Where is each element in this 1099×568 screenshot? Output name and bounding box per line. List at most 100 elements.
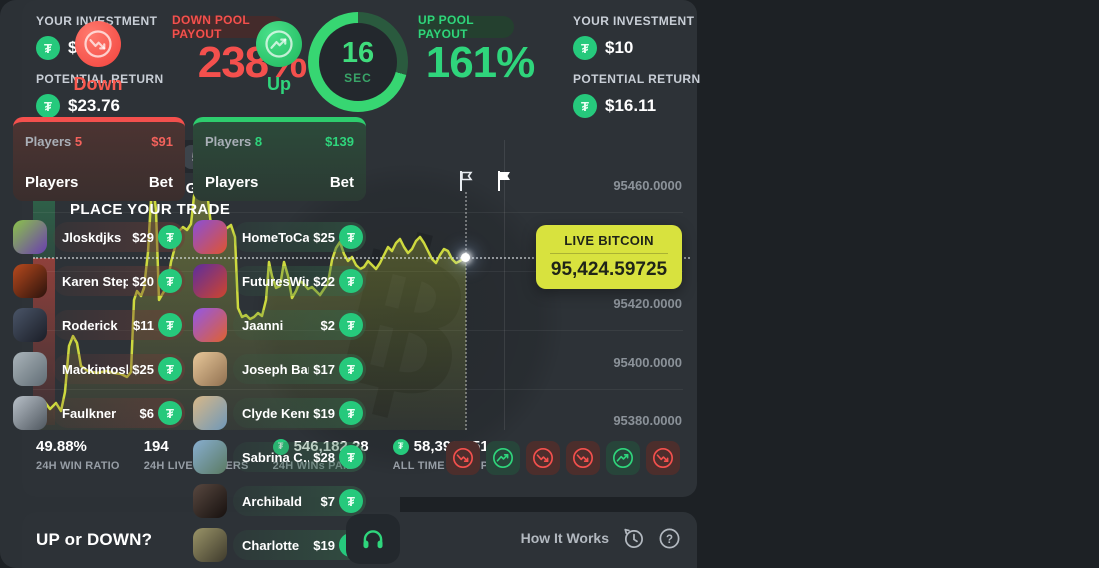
down-label[interactable]: Down	[68, 74, 128, 95]
player-row: FuturesWin $22 ₮	[193, 264, 366, 298]
player-bet-pill: Jloskdjks $29 ₮	[53, 222, 185, 252]
player-row: Jloskdjks $29 ₮	[13, 220, 185, 254]
stat-value: 194	[143, 438, 169, 455]
live-price-value: 95,424.59725	[550, 259, 668, 280]
tether-icon: ₮	[158, 401, 182, 425]
tether-icon: ₮	[36, 36, 60, 60]
avatar	[193, 440, 227, 474]
avatar	[13, 396, 47, 430]
avatar	[193, 352, 227, 386]
tether-icon: ₮	[158, 313, 182, 337]
player-bet: $2	[320, 317, 335, 333]
avatar	[193, 264, 227, 298]
player-bet-pill: FuturesWin $22 ₮	[233, 266, 366, 296]
tether-icon: ₮	[158, 357, 182, 381]
player-row: Joseph Bar… $17 ₮	[193, 352, 366, 386]
down-players-count: Players 5	[25, 134, 83, 149]
round-result-down	[646, 441, 680, 475]
tether-icon: ₮	[573, 94, 597, 118]
player-bet: $28	[313, 449, 335, 465]
down-col-players: Players	[25, 174, 79, 191]
player-bet: $25	[132, 361, 154, 377]
player-row: Roderick $11 ₮	[13, 308, 185, 342]
player-bet-pill: Mackintosh $25 ₮	[53, 354, 185, 384]
round-timer: 16 SEC	[308, 12, 408, 112]
player-bet-pill: Clyde Kenn… $19 ₮	[233, 398, 366, 428]
player-bet: $6	[139, 405, 154, 421]
investment-label: YOUR INVESTMENT	[573, 14, 695, 28]
up-col-players: Players	[205, 174, 259, 191]
bet-down-button[interactable]	[75, 21, 121, 67]
round-result-up	[486, 441, 520, 475]
player-row: Faulkner $6 ₮	[13, 396, 185, 430]
help-icon[interactable]: ?	[657, 526, 681, 550]
avatar	[13, 352, 47, 386]
player-bet-pill: HomeToCat $25 ₮	[233, 222, 366, 252]
player-bet: $20	[132, 273, 154, 289]
tether-icon: ₮	[339, 357, 363, 381]
timer-value: 16	[341, 37, 375, 69]
potential-return-label: POTENTIAL RETURN	[573, 72, 701, 86]
investment-value: $10	[605, 38, 634, 57]
up-players-count: Players 8	[205, 134, 263, 149]
player-row: Clyde Kenn… $19 ₮	[193, 396, 366, 430]
player-bet: $22	[313, 273, 335, 289]
price-axis-label: 95380.0000	[613, 413, 682, 428]
tether-icon: ₮	[339, 489, 363, 513]
divider	[550, 253, 668, 254]
timer-unit: SEC	[344, 71, 372, 85]
player-bet: $11	[133, 317, 154, 333]
player-bet-pill: Archibald $7 ₮	[233, 486, 366, 516]
round-result-down	[566, 441, 600, 475]
stat-label: 24H WIN RATIO	[36, 460, 120, 472]
player-name: Joseph Bar…	[242, 361, 309, 377]
player-bet: $19	[313, 537, 335, 553]
bet-up-button[interactable]	[256, 21, 302, 67]
player-bet: $19	[313, 405, 335, 421]
tether-icon: ₮	[36, 94, 60, 118]
tether-icon: ₮	[158, 225, 182, 249]
player-name: FuturesWin	[242, 273, 310, 289]
up-label[interactable]: Up	[249, 74, 309, 95]
player-name: Karen Step…	[62, 273, 129, 289]
support-button[interactable]	[346, 514, 400, 564]
current-price-dot	[461, 253, 470, 262]
player-bet: $29	[132, 229, 154, 245]
avatar	[13, 308, 47, 342]
round-start-flag-icon	[460, 171, 473, 191]
player-name: Charlotte	[242, 537, 300, 553]
player-name: Roderick	[62, 317, 118, 333]
player-row: HomeToCat $25 ₮	[193, 220, 366, 254]
stat-value: 49.88%	[36, 438, 87, 455]
tether-icon: ₮	[392, 438, 409, 455]
player-bet-pill: Karen Step… $20 ₮	[53, 266, 185, 296]
player-row: Karen Step… $20 ₮	[13, 264, 185, 298]
round-status-line2: PLACE YOUR TRADE	[70, 201, 231, 218]
down-pool-card: Players 5 $91 Players Bet	[13, 117, 185, 201]
player-row: Archibald $7 ₮	[193, 484, 366, 518]
player-bet-pill: Joseph Bar… $17 ₮	[233, 354, 366, 384]
up-col-bet: Bet	[329, 174, 354, 191]
stat-24h-win-ratio: 49.88% 24H WIN RATIO	[36, 438, 120, 472]
avatar	[193, 396, 227, 430]
round-result-down	[446, 441, 480, 475]
your-investment-up-block: YOUR INVESTMENT ₮ $10 POTENTIAL RETURN ₮…	[573, 14, 713, 130]
player-row: Jaanni $2 ₮	[193, 308, 366, 342]
tether-icon: ₮	[573, 36, 597, 60]
avatar	[13, 220, 47, 254]
avatar	[193, 484, 227, 518]
player-bet: $17	[313, 361, 335, 377]
how-it-works-link[interactable]: How It Works	[521, 530, 609, 546]
live-price-box: LIVE BITCOIN 95,424.59725	[536, 225, 682, 289]
player-bet-pill: Jaanni $2 ₮	[233, 310, 366, 340]
footer-title: UP or DOWN?	[36, 530, 153, 549]
down-pool-total: $91	[151, 134, 173, 149]
tether-icon: ₮	[339, 313, 363, 337]
live-price-label: LIVE BITCOIN	[564, 233, 654, 248]
player-name: Clyde Kenn…	[242, 405, 309, 421]
player-name: Jloskdjks	[62, 229, 122, 245]
history-icon[interactable]	[621, 526, 645, 550]
tether-icon: ₮	[339, 401, 363, 425]
avatar	[193, 308, 227, 342]
round-result-up	[606, 441, 640, 475]
